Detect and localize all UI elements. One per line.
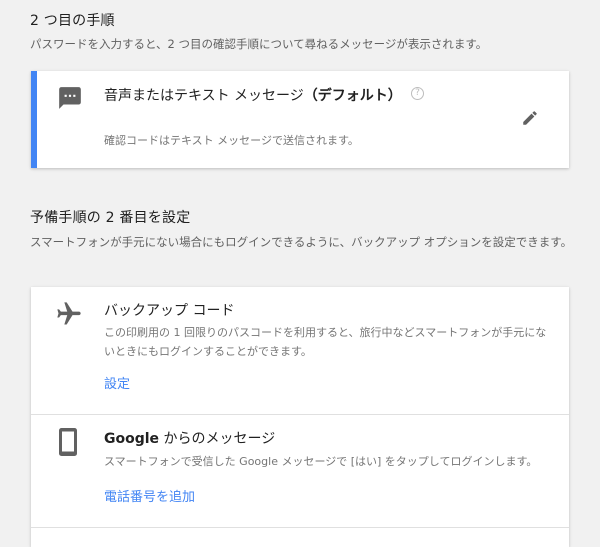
google-prompt-title-rest: からのメッセージ [159,431,276,447]
method-description: 確認コードはテキスト メッセージで送信されます。 [104,134,359,147]
backup-step-description: スマートフォンが手元にない場合にもログインできるように、バックアップ オプション… [30,235,573,249]
option-divider [31,527,569,528]
backup-codes-title: バックアップ コード [104,303,235,319]
google-prompt-title: Google からのメッセージ [104,428,275,448]
sms-icon [59,87,81,109]
backup-codes-description: この印刷用の 1 回限りのパスコードを利用すると、旅行中などスマートフォンが手元… [104,326,547,358]
method-title: 音声またはテキスト メッセージ（デフォルト） [104,85,402,105]
backup-step-heading: 予備手順の 2 番目を設定 [30,210,191,226]
google-prompt-description: スマートフォンで受信した Google メッセージで [はい] をタップしてログ… [104,455,538,468]
selected-accent-bar [31,71,37,168]
airplane-icon [57,302,81,325]
backup-options-card: バックアップ コード この印刷用の 1 回限りのパスコードを利用すると、旅行中な… [31,287,569,547]
second-step-method-card[interactable]: 音声またはテキスト メッセージ（デフォルト） ? 確認コードはテキスト メッセー… [31,71,569,168]
option-divider [31,414,569,415]
method-title-text: 音声またはテキスト メッセージ [104,88,304,104]
google-brand-text: Google [104,431,160,447]
phone-icon [59,428,77,456]
help-icon[interactable]: ? [411,87,424,100]
default-tag: （デフォルト） [303,88,402,104]
add-phone-number-link[interactable]: 電話番号を追加 [104,486,195,505]
backup-codes-setup-link[interactable]: 設定 [104,373,130,392]
second-step-description: パスワードを入力すると、2 つ目の確認手順について尋ねるメッセージが表示されます… [30,37,488,51]
pencil-icon[interactable] [521,109,539,127]
second-step-heading: 2 つ目の手順 [30,13,115,29]
